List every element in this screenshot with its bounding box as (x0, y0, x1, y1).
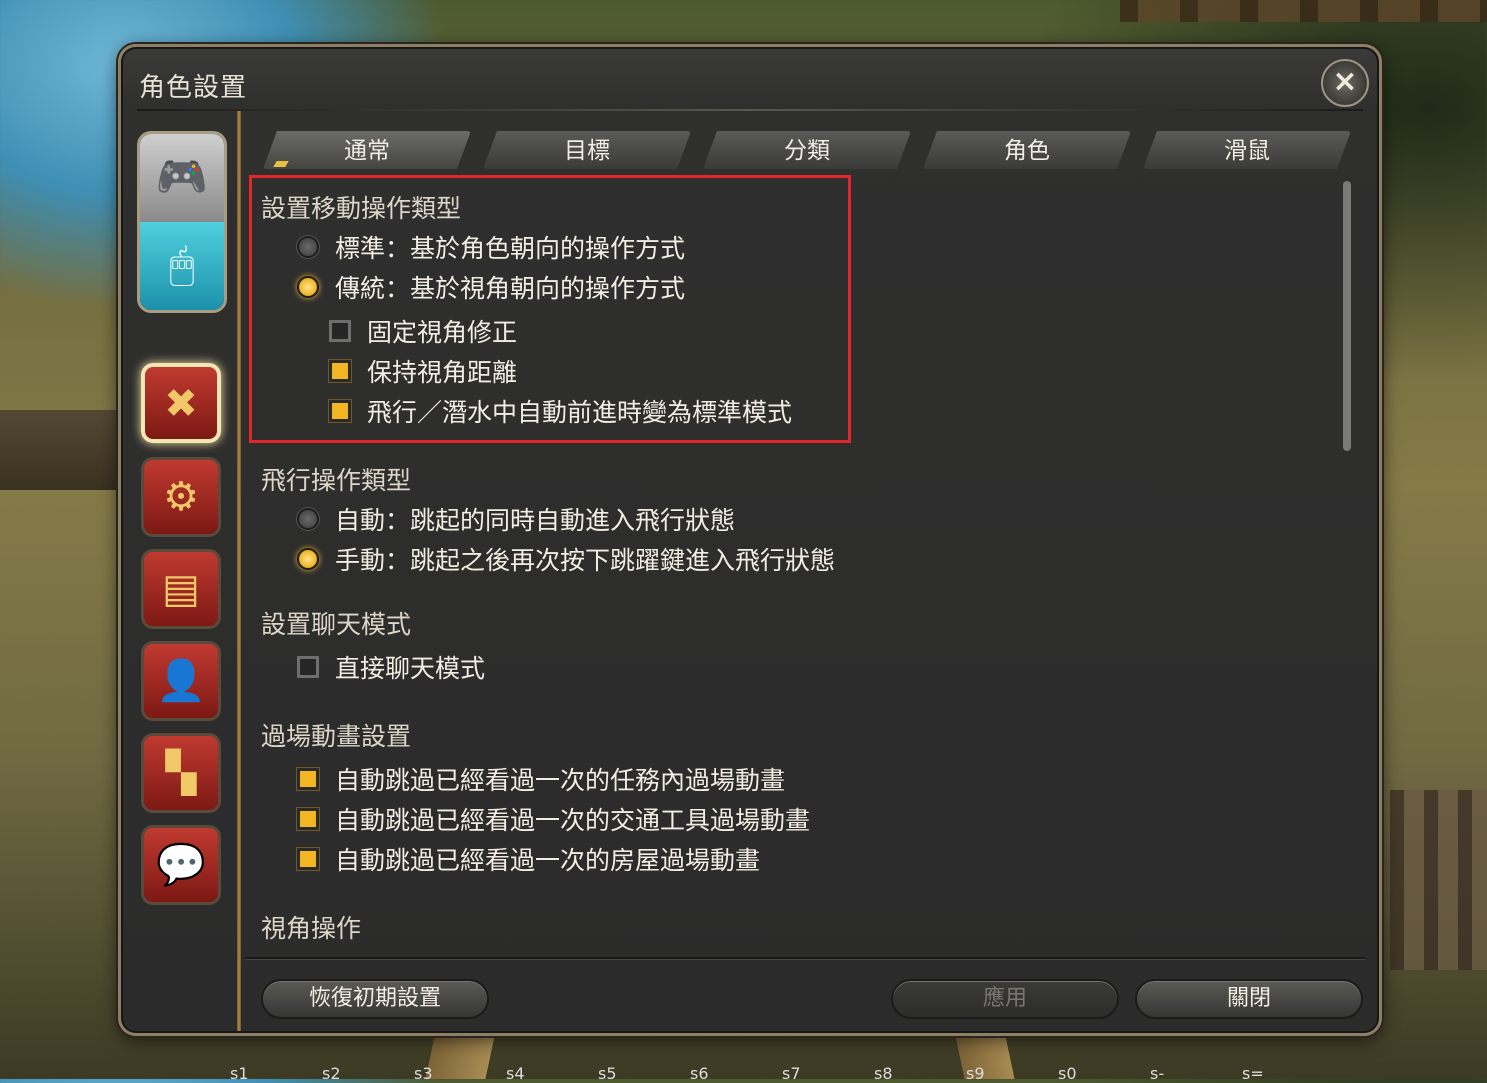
hotbar-label: s- (1150, 1064, 1165, 1083)
radio-button[interactable] (297, 236, 319, 258)
category-items-button[interactable]: ⚙ (141, 457, 221, 537)
checkbox[interactable] (329, 400, 351, 422)
section-title-camera: 視角操作 (261, 914, 362, 943)
tab-label: 滑鼠 (1224, 138, 1270, 164)
check-label: 固定視角修正 (367, 318, 518, 347)
check-label: 自動跳過已經看過一次的交通工具過場動畫 (335, 806, 811, 835)
gear-bag-icon: ⚙ (163, 474, 199, 520)
footer-divider (245, 957, 1365, 959)
reset-defaults-button[interactable]: 恢復初期設置 (261, 979, 489, 1019)
close-icon[interactable]: × (1321, 59, 1369, 107)
rail-divider (237, 111, 241, 1031)
hotbar-label: s9 (966, 1064, 985, 1083)
radio-button[interactable] (297, 548, 319, 570)
check-skip-quest-cutscene[interactable]: 自動跳過已經看過一次的任務內過場動畫 (297, 761, 785, 797)
tab-general[interactable]: 通常 (257, 131, 477, 169)
tab-target[interactable]: 目標 (477, 131, 697, 169)
category-movement-button[interactable]: ✖ (141, 363, 221, 443)
category-tracks-button[interactable]: ▚ (141, 733, 221, 813)
option-label: 標準：基於角色朝向的操作方式 (335, 234, 686, 263)
content-scrollbar[interactable] (1343, 181, 1351, 451)
gamepad-mode[interactable]: 🎮 (140, 134, 224, 222)
mouse-mode[interactable]: 🖱 (140, 222, 224, 310)
check-label: 自動跳過已經看過一次的房屋過場動畫 (335, 846, 761, 875)
tab-label: 通常 (344, 138, 390, 164)
tab-label: 角色 (1004, 138, 1050, 164)
gamepad-icon: 🎮 (155, 152, 209, 201)
check-keep-distance[interactable]: 保持視角距離 (329, 353, 517, 389)
hotbar-label: s8 (874, 1064, 893, 1083)
checkbox[interactable] (297, 656, 319, 678)
category-card-button[interactable]: ▤ (141, 549, 221, 629)
tab-category[interactable]: 分類 (697, 131, 917, 169)
hotbar-label: s1 (230, 1064, 249, 1083)
checkbox[interactable] (297, 848, 319, 870)
option-label: 傳統：基於視角朝向的操作方式 (335, 274, 686, 303)
close-button[interactable]: 關閉 (1135, 979, 1363, 1019)
mouse-icon: 🖱 (169, 240, 195, 289)
tab-mouse[interactable]: 滑鼠 (1137, 131, 1357, 169)
tracks-icon: ▚ (165, 750, 197, 796)
section-title-chat-mode: 設置聊天模式 (261, 610, 412, 639)
window-title: 角色設置 (139, 73, 248, 103)
check-label: 直接聊天模式 (335, 654, 486, 683)
option-label: 手動：跳起之後再次按下跳躍鍵進入飛行狀態 (335, 546, 836, 575)
tab-bar: 通常 目標 分類 角色 滑鼠 (257, 131, 1357, 171)
check-label: 自動跳過已經看過一次的任務內過場動畫 (335, 766, 786, 795)
hotbar-label: s7 (782, 1064, 801, 1083)
card-icon: ▤ (162, 566, 200, 612)
section-title-flight-type: 飛行操作類型 (261, 466, 412, 495)
check-label: 飛行／潛水中自動前進時變為標準模式 (367, 398, 793, 427)
checkbox[interactable] (297, 768, 319, 790)
option-flight-auto[interactable]: 自動：跳起的同時自動進入飛行狀態 (297, 501, 735, 537)
category-character-button[interactable]: 👤 (141, 641, 221, 721)
tab-label: 分類 (784, 138, 830, 164)
option-label: 自動：跳起的同時自動進入飛行狀態 (335, 506, 736, 535)
option-flight-manual[interactable]: 手動：跳起之後再次按下跳躍鍵進入飛行狀態 (297, 541, 835, 577)
option-legacy[interactable]: 傳統：基於視角朝向的操作方式 (297, 269, 685, 305)
chat-bubble-icon: 💬 (156, 842, 206, 888)
character-icon: 👤 (156, 658, 206, 704)
character-settings-window: 角色設置 × 🎮 🖱 ✖ ⚙ ▤ 👤 ▚ 💬 通常 目標 分類 角色 滑鼠 設置… (118, 44, 1382, 1036)
title-divider (137, 109, 1363, 111)
check-skip-transport-cutscene[interactable]: 自動跳過已經看過一次的交通工具過場動畫 (297, 801, 810, 837)
background-bridge (0, 410, 120, 490)
check-direct-chat[interactable]: 直接聊天模式 (297, 649, 485, 685)
settings-content: 設置移動操作類型 標準：基於角色朝向的操作方式 傳統：基於視角朝向的操作方式 固… (245, 175, 1357, 953)
hotbar-label: s5 (598, 1064, 617, 1083)
hotbar-label: s6 (690, 1064, 709, 1083)
tab-character[interactable]: 角色 (917, 131, 1137, 169)
check-fixed-camera[interactable]: 固定視角修正 (329, 313, 517, 349)
hotbar-labels: s1 s2 s3 s4 s5 s6 s7 s8 s9 s0 s- s= (230, 1064, 1487, 1083)
check-label: 保持視角距離 (367, 358, 518, 387)
tab-label: 目標 (564, 138, 610, 164)
hotbar-label: s4 (506, 1064, 525, 1083)
section-title-movement-type: 設置移動操作類型 (261, 194, 462, 223)
apply-button[interactable]: 應用 (891, 979, 1119, 1019)
radio-button[interactable] (297, 508, 319, 530)
background-fence-right (1390, 790, 1487, 970)
checkbox[interactable] (297, 808, 319, 830)
check-skip-housing-cutscene[interactable]: 自動跳過已經看過一次的房屋過場動畫 (297, 841, 760, 877)
input-mode-switch[interactable]: 🎮 🖱 (137, 131, 227, 313)
crossed-arrows-icon: ✖ (164, 381, 198, 427)
checkbox[interactable] (329, 320, 351, 342)
category-chat-button[interactable]: 💬 (141, 825, 221, 905)
title-bar[interactable]: 角色設置 × (121, 47, 1379, 111)
hotbar-label: s2 (322, 1064, 341, 1083)
radio-button[interactable] (297, 276, 319, 298)
section-title-cutscene: 過場動畫設置 (261, 722, 412, 751)
check-flight-standard[interactable]: 飛行／潛水中自動前進時變為標準模式 (329, 393, 792, 429)
background-fence (1120, 0, 1487, 22)
option-standard[interactable]: 標準：基於角色朝向的操作方式 (297, 229, 685, 265)
hotbar-label: s0 (1058, 1064, 1077, 1083)
active-tab-marker (273, 161, 289, 167)
hotbar-label: s3 (414, 1064, 433, 1083)
checkbox[interactable] (329, 360, 351, 382)
hotbar-label: s= (1242, 1064, 1264, 1083)
